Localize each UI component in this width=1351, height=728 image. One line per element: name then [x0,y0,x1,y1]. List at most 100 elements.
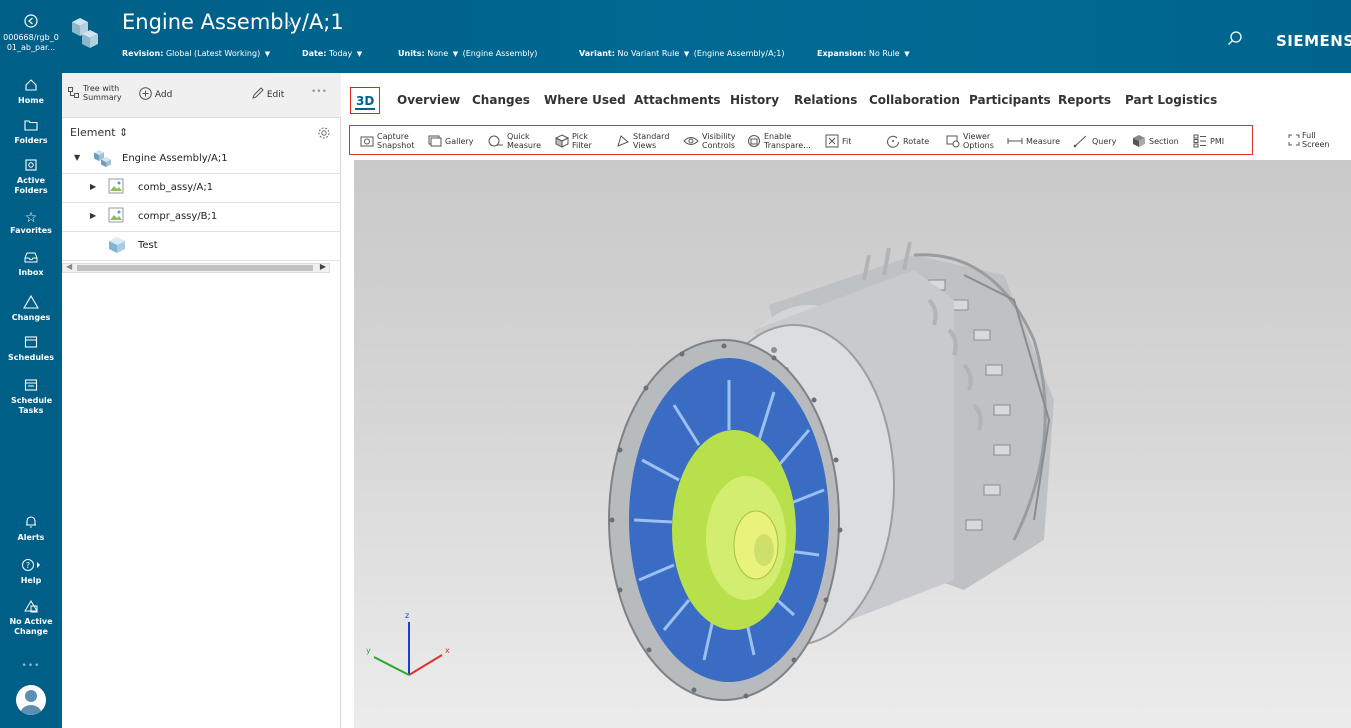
search-icon[interactable] [1227,30,1243,46]
tab-part-logistics[interactable]: Part Logistics [1125,93,1217,107]
scroll-left-icon[interactable]: ◀ [66,262,72,271]
engine-assembly-model[interactable]: z x y [354,160,1351,728]
units-selector[interactable]: Units: None ▼ (Engine Assembly) [398,49,537,58]
add-button[interactable]: Add [139,87,172,100]
tab-history[interactable]: History [730,93,779,107]
tab-participants[interactable]: Participants [969,93,1051,107]
capture-snapshot-button[interactable]: Capture Snapshot [360,129,414,153]
tree-column-header[interactable]: Element ⇕ [62,121,341,145]
tab-collaboration[interactable]: Collaboration [869,93,960,107]
quick-measure-icon [488,135,503,147]
horizontal-scrollbar[interactable]: ◀ ▶ [62,262,330,273]
page-title: Engine Assembly/A;1 [122,10,344,34]
measure-button[interactable]: Measure [1007,129,1060,153]
gallery-button[interactable]: Gallery [428,129,474,153]
more-icon[interactable]: ••• [0,661,62,671]
tab-where-used[interactable]: Where Used [544,93,626,107]
nav-item-no-active-change[interactable]: No Active Change [0,599,62,637]
nav-item-changes[interactable]: Changes [0,294,62,323]
schedule-tasks-icon [0,378,62,396]
nav-label: Help [20,576,42,585]
expand-caret-icon[interactable]: ▶ [90,182,96,191]
expansion-selector[interactable]: Expansion: No Rule ▼ [817,49,912,58]
tab-overview[interactable]: Overview [397,93,460,107]
tab-relations[interactable]: Relations [794,93,857,107]
x-axis-label: x [445,646,450,655]
app-window: 000668/rgb_001_ab_par... Engine Assembly… [0,0,1351,728]
help-icon: ? [0,558,62,576]
add-label: Add [154,90,173,100]
tree-icon [68,87,80,102]
tree-row[interactable]: ▶ compr_assy/B;1 [62,203,341,232]
3d-viewport[interactable]: z x y [354,160,1351,728]
nav-item-folders[interactable]: Folders [0,118,62,146]
nav-item-help[interactable]: ? Help [0,558,62,586]
broken-image-icon [108,178,126,196]
caret-down-icon: ▼ [264,50,271,58]
visibility-controls-button[interactable]: Visibility Controls [683,129,736,153]
main-content: 3D Overview Changes Where Used Attachmen… [341,73,1351,728]
axis-triad: z x y [366,611,450,676]
variant-note: (Engine Assembly/A;1) [693,49,785,58]
part-cube-icon [108,236,126,254]
tree-row[interactable]: ▼ Engine Assembly/A;1 [62,145,341,174]
tree-row[interactable]: Test [62,232,341,261]
date-label: Date: [302,49,327,58]
nav-item-home[interactable]: Home [0,78,62,106]
assembly-logo-icon [72,16,102,50]
camera-icon [360,136,374,147]
pick-filter-icon [555,134,569,148]
z-axis-label: z [405,611,409,620]
chevron-right-icon[interactable]: › [287,16,293,32]
section-button[interactable]: Section [1132,129,1179,153]
fullscreen-icon [1288,134,1300,146]
fit-button[interactable]: Fit [825,129,851,153]
scrollbar-thumb[interactable] [77,265,313,271]
tab-label: 3D [356,94,375,108]
tab-3d[interactable]: 3D [350,87,380,114]
tab-attachments[interactable]: Attachments [634,93,721,107]
full-screen-button[interactable]: Full Screen [1288,131,1348,153]
nav-item-favorites[interactable]: ☆ Favorites [0,210,62,236]
expand-caret-icon[interactable]: ▶ [90,211,96,220]
back-button[interactable]: 000668/rgb_001_ab_par... [0,0,62,73]
revision-selector[interactable]: Revision: Global (Latest Working) ▼ [122,49,272,58]
rotate-button[interactable]: Rotate [886,129,929,153]
pick-filter-button[interactable]: Pick Filter [555,129,592,153]
nav-label: Inbox [18,268,44,277]
user-avatar[interactable] [16,685,46,715]
brand-logo: SIEMENS [1276,32,1351,50]
variant-selector[interactable]: Variant: No Variant Rule ▼ (Engine Assem… [579,49,784,58]
tree-row[interactable]: ▶ comb_assy/A;1 [62,174,341,203]
pmi-button[interactable]: PMI [1193,129,1224,153]
caret-down-icon: ▼ [904,50,910,58]
active-tab-underline [355,108,375,110]
enable-transparency-button[interactable]: Enable Transpare... [747,129,811,153]
more-options-icon[interactable]: ••• [311,87,327,97]
tree-row-label: Test [138,240,158,251]
quick-measure-button[interactable]: Quick Measure [488,129,541,153]
scroll-right-icon[interactable]: ▶ [320,262,326,271]
units-value: None [427,49,449,58]
tab-reports[interactable]: Reports [1058,93,1111,107]
settings-gear-icon[interactable] [317,125,331,144]
edit-button[interactable]: Edit [252,87,284,100]
eye-icon [683,137,699,145]
nav-item-inbox[interactable]: Inbox [0,250,62,278]
change-icon [0,599,62,617]
nav-item-alerts[interactable]: Alerts [0,515,62,543]
collapse-caret-icon[interactable]: ▼ [74,153,80,162]
standard-views-button[interactable]: Standard Views [616,129,669,153]
units-note: (Engine Assembly) [462,49,538,58]
viewer-options-button[interactable]: Viewer Options [946,129,994,153]
tree-row-label: Engine Assembly/A;1 [122,153,228,164]
nav-item-schedules[interactable]: Schedules [0,335,62,363]
nav-item-active-folders[interactable]: Active Folders [0,158,62,196]
tab-changes[interactable]: Changes [472,93,530,107]
svg-text:?: ? [26,561,30,570]
date-selector[interactable]: Date: Today ▼ [302,49,364,58]
query-button[interactable]: Query [1073,129,1116,153]
nav-item-schedule-tasks[interactable]: Schedule Tasks [0,378,62,416]
edit-label: Edit [266,90,285,100]
variant-label: Variant: [579,49,615,58]
